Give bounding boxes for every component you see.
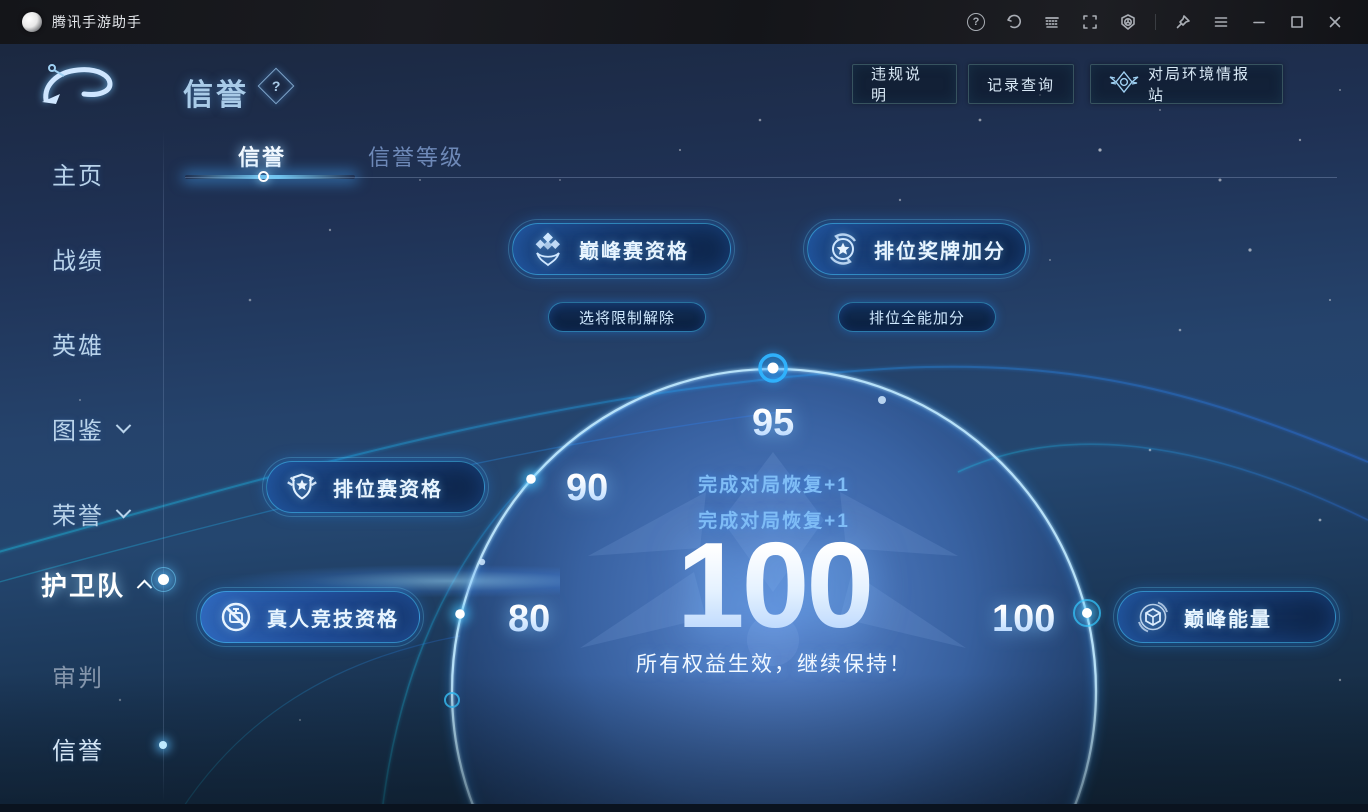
pinnacle-energy-badge[interactable]: 巅峰能量 (1117, 591, 1336, 643)
wing-badge-icon (1109, 69, 1139, 99)
badge-label: 选将限制解除 (579, 307, 675, 328)
chevron-up-icon (137, 580, 153, 596)
star-cycle-icon (824, 230, 862, 268)
tab-label: 信誉等级 (368, 145, 464, 170)
sidebar-item-label: 护卫队 (41, 566, 125, 603)
violation-info-button[interactable]: 违规说明 (852, 64, 957, 104)
active-tab-glow (185, 175, 355, 179)
diamond-cluster-icon (529, 230, 567, 268)
button-label: 对局环境情报站 (1148, 63, 1264, 105)
help-icon[interactable]: ? (961, 7, 991, 37)
rank-medal-bonus-badge[interactable]: 排位奖牌加分 (807, 223, 1026, 275)
bottom-border (0, 804, 1368, 812)
minimize-icon[interactable] (1244, 7, 1274, 37)
sidebar-item-honor[interactable]: 荣誉 (52, 496, 129, 531)
match-env-intel-button[interactable]: 对局环境情报站 (1090, 64, 1283, 104)
sidebar-item-label: 英雄 (52, 326, 104, 361)
badge-label: 排位奖牌加分 (874, 235, 1006, 264)
page-title: 信誉 (183, 70, 249, 114)
undo-icon[interactable] (999, 7, 1029, 37)
sidebar-item-label: 审判 (52, 658, 104, 693)
help-glyph: ? (973, 16, 980, 28)
main-background (0, 44, 1368, 812)
sidebar-item-label: 主页 (52, 156, 104, 191)
active-section-node (158, 574, 169, 585)
help-glyph: ? (272, 78, 281, 94)
sidebar-item-label: 信誉 (52, 731, 104, 766)
tab-credit-level[interactable]: 信誉等级 (368, 140, 464, 172)
rank-allround-bonus-badge[interactable]: 排位全能加分 (838, 302, 996, 332)
pick-restriction-lift-badge[interactable]: 选将限制解除 (548, 302, 706, 332)
credit-status-text: 所有权益生效，继续保持！ (474, 648, 1074, 678)
recovery-line-1: 完成对局恢复+1 (474, 470, 1074, 497)
sidebar-item-label: 图鉴 (52, 411, 104, 446)
pinnacle-qualification-badge[interactable]: 巅峰赛资格 (512, 223, 731, 275)
button-label: 记录查询 (987, 74, 1055, 95)
fullscreen-icon[interactable] (1075, 7, 1105, 37)
maximize-icon[interactable] (1282, 7, 1312, 37)
tab-divider-line (185, 177, 1337, 178)
titlebar-separator (1155, 14, 1156, 30)
shield-star-icon (283, 468, 321, 506)
sidebar-item-label: 战绩 (52, 241, 104, 276)
sidebar-divider (163, 130, 164, 802)
app-title: 腾讯手游助手 (52, 12, 142, 32)
sidebar-item-guard-team[interactable]: 护卫队 (41, 566, 150, 603)
menu-icon[interactable] (1206, 7, 1236, 37)
sidebar-item-home[interactable]: 主页 (52, 156, 104, 191)
sidebar-item-gallery[interactable]: 图鉴 (52, 411, 129, 446)
human-competition-badge[interactable]: 真人竞技资格 (200, 591, 420, 643)
sidebar-item-judgment[interactable]: 审判 (52, 658, 104, 693)
sidebar-item-credit[interactable]: 信誉 (52, 731, 104, 766)
accelerator-icon[interactable] (1113, 7, 1143, 37)
gauge-tick-95: 95 (752, 402, 794, 445)
app-logo-icon (22, 12, 42, 32)
sidebar-item-records[interactable]: 战绩 (52, 241, 104, 276)
badge-label: 巅峰能量 (1184, 603, 1272, 632)
badge-label: 排位全能加分 (869, 307, 965, 328)
close-icon[interactable] (1320, 7, 1350, 37)
record-query-button[interactable]: 记录查询 (968, 64, 1074, 104)
sidebar-item-heroes[interactable]: 英雄 (52, 326, 104, 361)
cube-icon (1134, 598, 1172, 636)
titlebar: 腾讯手游助手 ? (0, 0, 1368, 44)
badge-label: 真人竞技资格 (267, 603, 399, 632)
credit-score-value: 100 (474, 518, 1074, 652)
chevron-down-icon (116, 418, 132, 434)
brand-swoosh-icon (34, 56, 120, 117)
pin-icon[interactable] (1168, 7, 1198, 37)
app-window: 腾讯手游助手 ? (0, 0, 1368, 812)
no-robot-icon (217, 598, 255, 636)
current-page-dot (159, 741, 167, 749)
sidebar-item-label: 荣誉 (52, 496, 104, 531)
ranked-qualification-badge[interactable]: 排位赛资格 (266, 461, 485, 513)
keyboard-icon[interactable] (1037, 7, 1067, 37)
button-label: 违规说明 (871, 63, 938, 105)
tab-label: 信誉 (238, 145, 286, 170)
badge-label: 巅峰赛资格 (579, 235, 689, 264)
chevron-down-icon (116, 503, 132, 519)
badge-label: 排位赛资格 (333, 473, 443, 502)
active-tab-indicator (258, 171, 269, 182)
tab-credit[interactable]: 信誉 (238, 140, 286, 172)
